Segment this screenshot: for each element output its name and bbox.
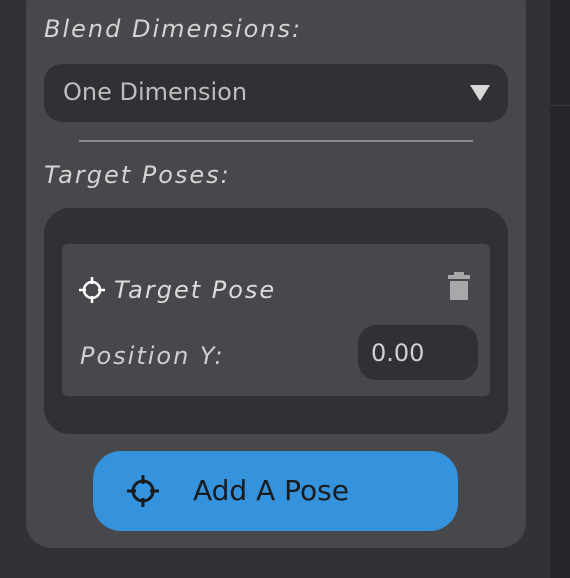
position-y-input[interactable] [358,325,478,380]
blend-dimensions-dropdown[interactable]: One Dimension [44,64,508,122]
dropdown-selected-value: One Dimension [63,78,248,106]
chevron-down-icon [470,85,490,101]
position-y-label: Position Y: [80,342,225,370]
section-divider [79,140,473,142]
blend-dimensions-label: Blend Dimensions: [44,15,303,43]
target-icon [79,277,105,303]
background-right-area [550,0,570,578]
trash-icon[interactable] [448,272,470,300]
add-pose-label: Add A Pose [193,474,349,507]
background-line [550,105,570,106]
target-poses-label: Target Poses: [44,161,231,189]
target-pose-title: Target Pose [114,276,277,304]
target-icon [127,475,159,507]
add-pose-button[interactable]: Add A Pose [93,451,458,531]
